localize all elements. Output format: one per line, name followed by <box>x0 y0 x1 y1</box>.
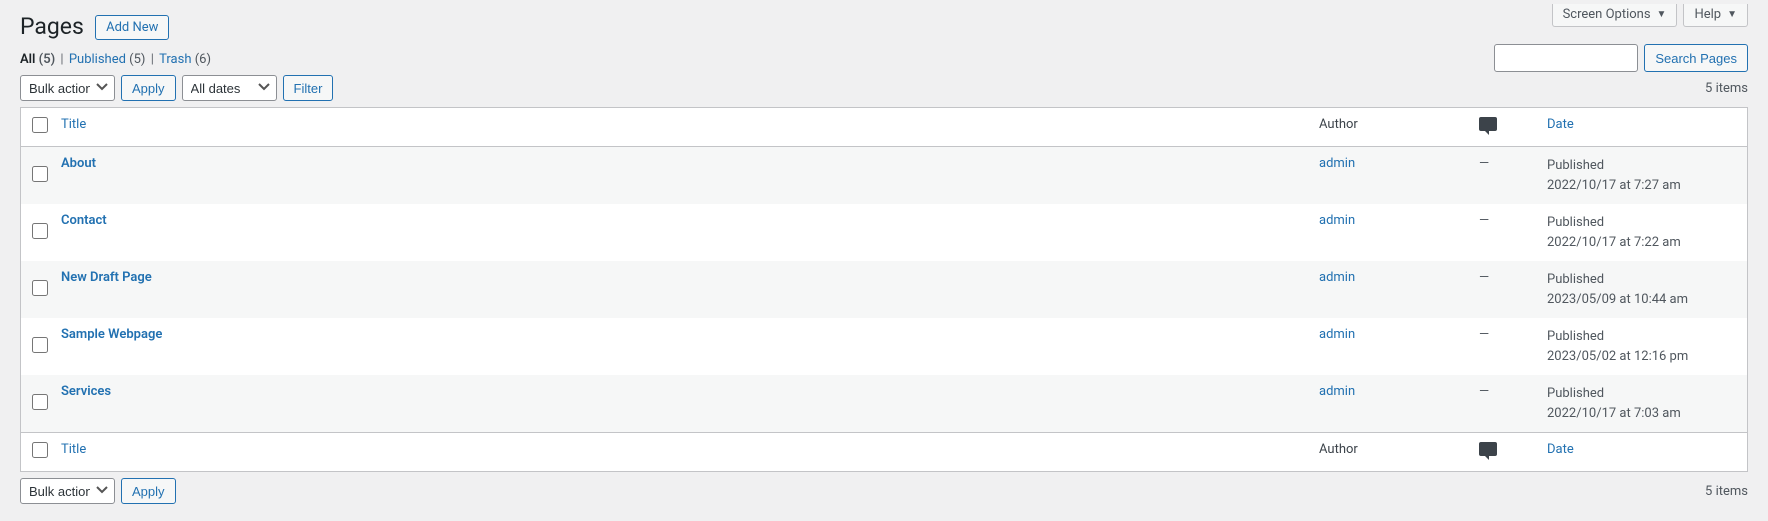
date-cell: Published2022/10/17 at 7:03 am <box>1537 375 1747 432</box>
screen-options-label: Screen Options <box>1563 7 1651 22</box>
filter-published-count: (5) <box>129 52 145 67</box>
page-title-link[interactable]: Sample Webpage <box>61 327 162 342</box>
comments-cell: — <box>1469 375 1537 432</box>
table-row: Services admin —Published2022/10/17 at 7:0… <box>21 375 1747 432</box>
author-link[interactable]: admin <box>1319 327 1355 342</box>
row-checkbox[interactable] <box>32 337 48 353</box>
select-all-bottom[interactable] <box>32 442 48 458</box>
comments-cell: — <box>1469 261 1537 318</box>
column-footer-title[interactable]: Title <box>51 432 1309 471</box>
comments-cell: — <box>1469 204 1537 261</box>
filter-all-label: All <box>20 52 35 67</box>
item-count-bottom: 5 items <box>1705 484 1748 499</box>
column-header-author: Author <box>1309 108 1469 147</box>
comment-icon <box>1479 442 1497 456</box>
row-checkbox[interactable] <box>32 280 48 296</box>
column-footer-comments[interactable] <box>1469 432 1537 471</box>
filter-trash-label: Trash <box>159 52 191 67</box>
filter-trash-count: (6) <box>195 52 211 67</box>
view-filters: All (5) | Published (5) | Trash (6) <box>20 52 1748 67</box>
separator: | <box>60 52 63 67</box>
table-row: Sample Webpage admin —Published2023/05/02 … <box>21 318 1747 375</box>
column-header-date[interactable]: Date <box>1537 108 1747 147</box>
column-header-title[interactable]: Title <box>51 108 1309 147</box>
comment-icon <box>1479 117 1497 131</box>
page-title-link[interactable]: Services <box>61 384 111 399</box>
chevron-down-icon: ▼ <box>1727 9 1737 20</box>
filter-button[interactable]: Filter <box>283 75 334 101</box>
filter-trash[interactable]: Trash (6) <box>159 52 211 67</box>
pages-table: Title Author Date Aboutadmin—Published20… <box>20 107 1748 472</box>
table-row: About admin —Published2022/10/17 at 7:27 a… <box>21 147 1747 204</box>
comments-cell: — <box>1469 318 1537 375</box>
filter-all[interactable]: All (5) <box>20 52 55 67</box>
author-link[interactable]: admin <box>1319 270 1355 285</box>
page-title-link[interactable]: New Draft Page <box>61 270 152 285</box>
filter-published-label: Published <box>69 52 126 67</box>
date-cell: Published2022/10/17 at 7:22 am <box>1537 204 1747 261</box>
table-row: New Draft Page admin —Published2023/05/09 … <box>21 261 1747 318</box>
filter-published[interactable]: Published (5) <box>69 52 146 67</box>
bulk-actions-select[interactable]: Bulk actions <box>20 75 115 101</box>
select-all-top[interactable] <box>32 117 48 133</box>
add-new-button[interactable]: Add New <box>95 15 169 40</box>
filter-all-count: (5) <box>39 52 56 67</box>
bulk-apply-button-bottom[interactable]: Apply <box>121 478 176 504</box>
comments-cell: — <box>1469 147 1537 204</box>
search-input[interactable] <box>1494 44 1638 72</box>
date-cell: Published2023/05/02 at 12:16 pm <box>1537 318 1747 375</box>
page-title: Pages <box>20 9 84 44</box>
help-label: Help <box>1694 7 1721 22</box>
row-checkbox[interactable] <box>32 166 48 182</box>
column-footer-author: Author <box>1309 432 1469 471</box>
search-button[interactable]: Search Pages <box>1644 44 1748 72</box>
author-link[interactable]: admin <box>1319 384 1355 399</box>
page-title-link[interactable]: About <box>61 156 96 171</box>
author-link[interactable]: admin <box>1319 213 1355 228</box>
table-row: Contact admin —Published2022/10/17 at 7:22… <box>21 204 1747 261</box>
column-header-comments[interactable] <box>1469 108 1537 147</box>
bulk-actions-select-bottom[interactable]: Bulk actions <box>20 478 115 504</box>
chevron-down-icon: ▼ <box>1657 9 1667 20</box>
column-footer-date[interactable]: Date <box>1537 432 1747 471</box>
page-title-link[interactable]: Contact <box>61 213 107 228</box>
date-filter-select[interactable]: All dates <box>182 75 277 101</box>
row-checkbox[interactable] <box>32 223 48 239</box>
help-toggle[interactable]: Help ▼ <box>1683 4 1748 27</box>
date-cell: Published2023/05/09 at 10:44 am <box>1537 261 1747 318</box>
bulk-apply-button[interactable]: Apply <box>121 75 176 101</box>
date-cell: Published2022/10/17 at 7:27 am <box>1537 147 1747 204</box>
item-count-top: 5 items <box>1705 81 1748 96</box>
author-link[interactable]: admin <box>1319 156 1355 171</box>
row-checkbox[interactable] <box>32 394 48 410</box>
separator: | <box>151 52 154 67</box>
screen-options-toggle[interactable]: Screen Options ▼ <box>1552 4 1678 27</box>
